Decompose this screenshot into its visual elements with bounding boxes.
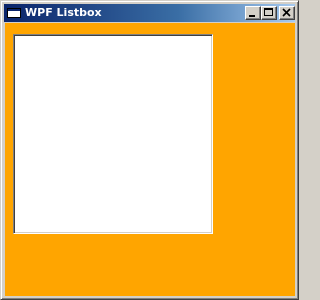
close-button[interactable] bbox=[279, 6, 295, 20]
window-title: WPF Listbox bbox=[25, 6, 102, 19]
window-content bbox=[5, 23, 295, 296]
title-bar[interactable]: WPF Listbox bbox=[4, 4, 295, 22]
minimize-icon bbox=[249, 15, 255, 17]
maximize-icon bbox=[264, 8, 273, 16]
listbox[interactable] bbox=[13, 34, 213, 234]
window-icon[interactable] bbox=[7, 8, 21, 18]
close-icon bbox=[282, 8, 291, 17]
maximize-button[interactable] bbox=[261, 6, 277, 20]
application-window: WPF Listbox bbox=[0, 0, 299, 300]
minimize-button[interactable] bbox=[245, 6, 261, 20]
